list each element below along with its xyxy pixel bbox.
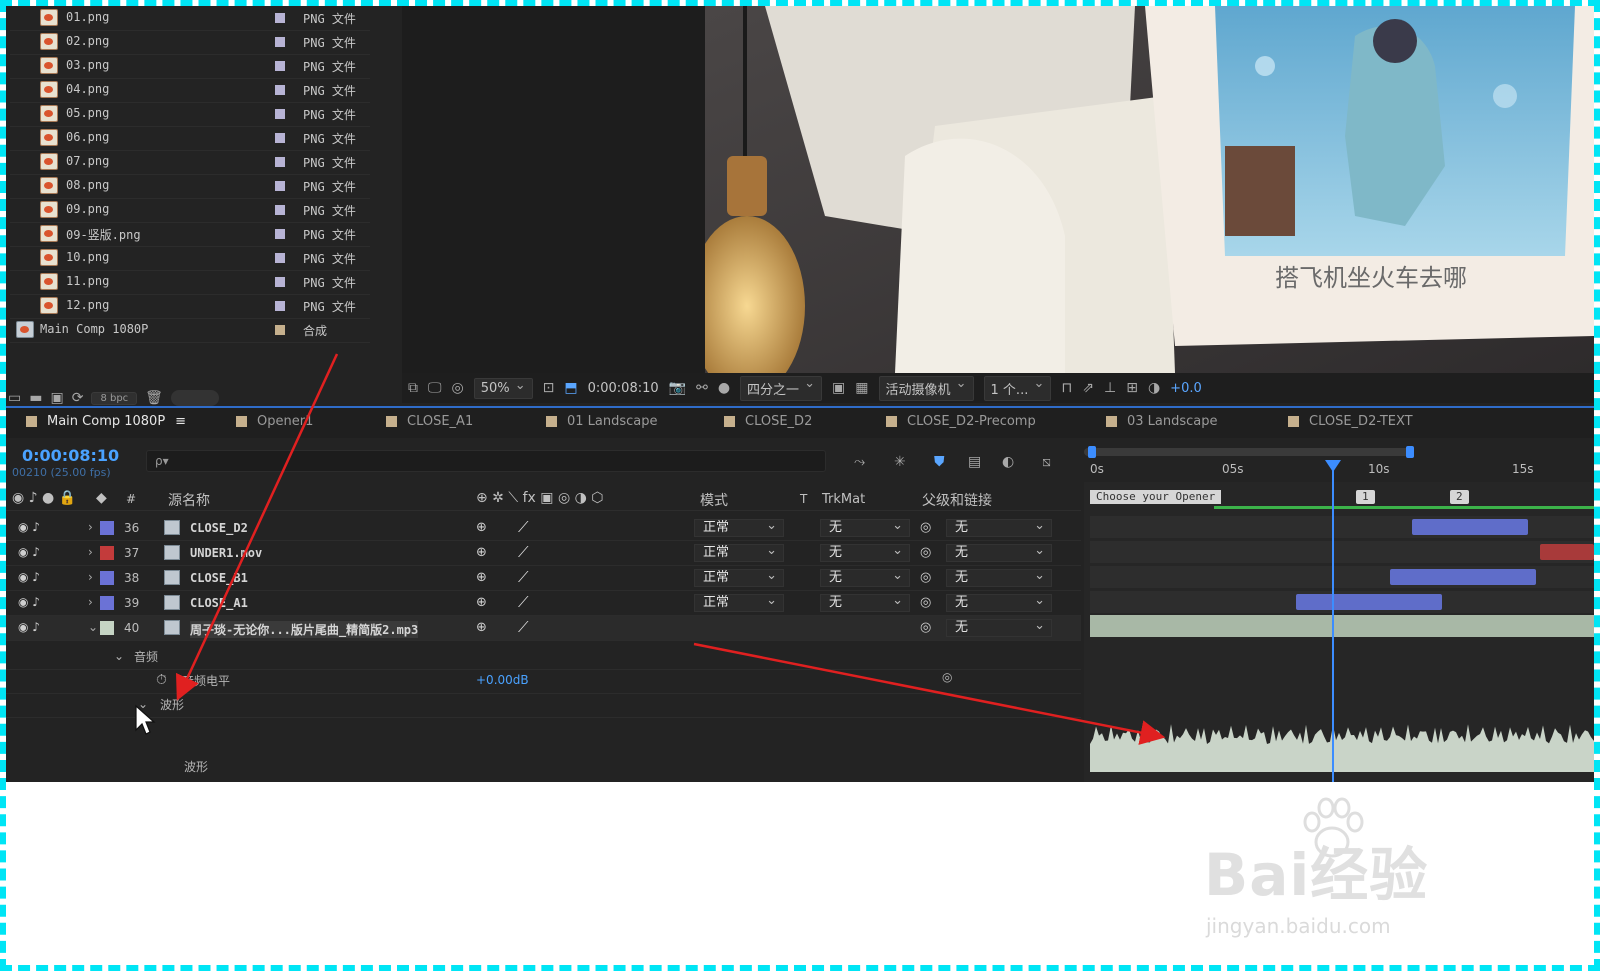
arrow-to-waveform-toggle: [175, 353, 339, 701]
annotation-arrows: [175, 353, 1166, 745]
arrow-to-waveform: [693, 642, 1166, 745]
